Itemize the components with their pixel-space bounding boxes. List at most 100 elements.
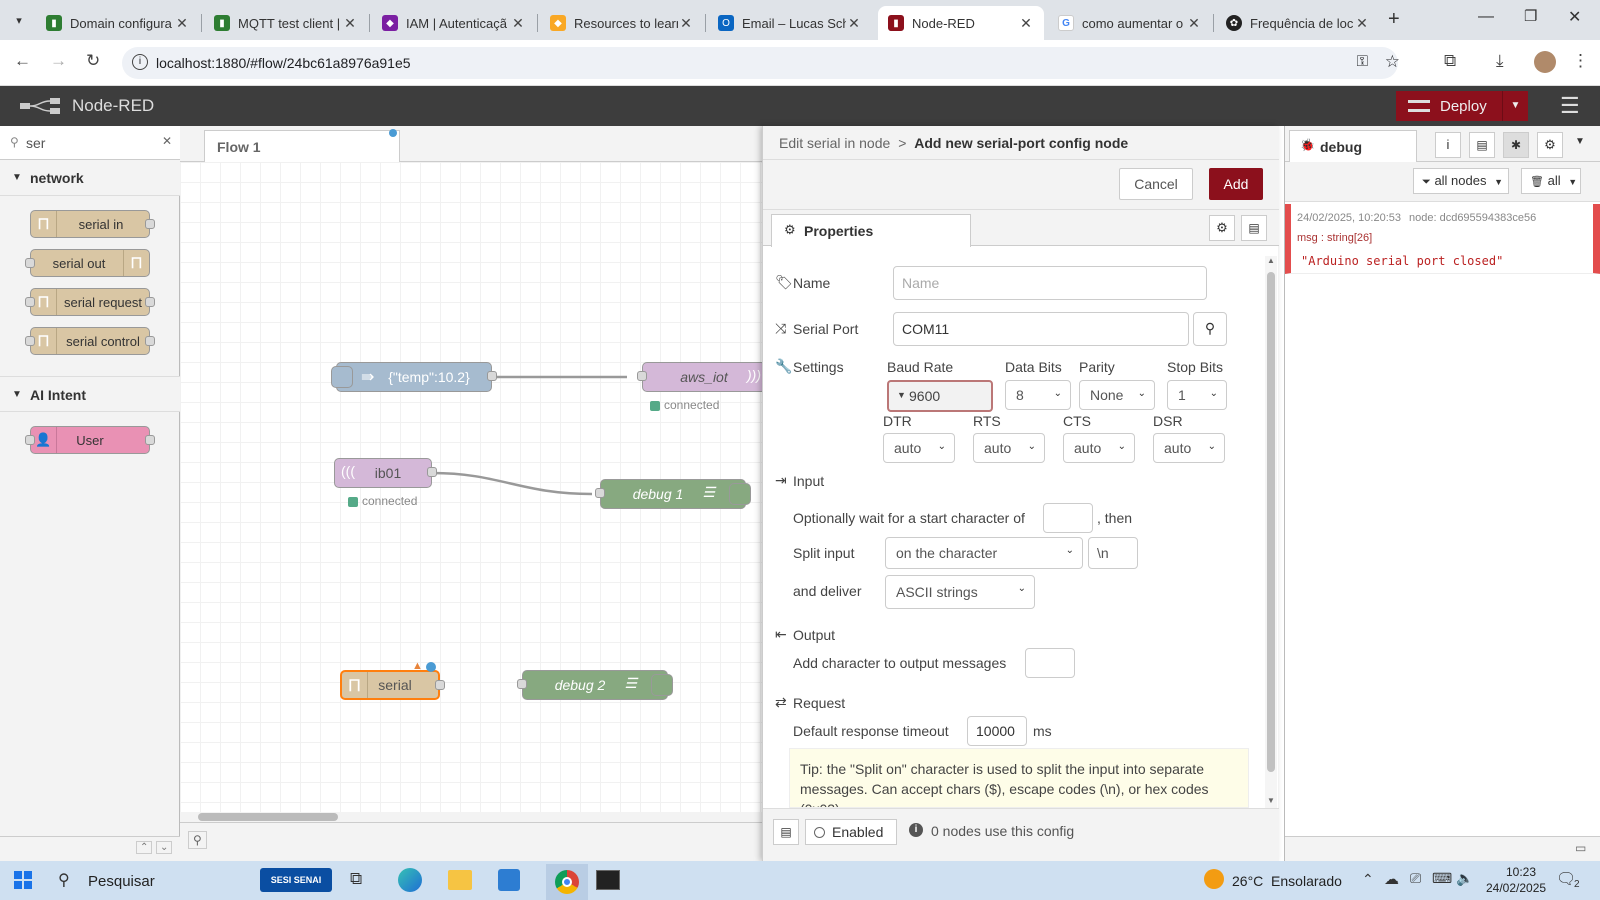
debug-toggle-button[interactable]	[729, 483, 751, 505]
bug-icon[interactable]: ✱	[1503, 132, 1529, 158]
dsr-select[interactable]: auto ⌄	[1153, 433, 1225, 463]
node-settings-icon[interactable]: ⚙	[1209, 215, 1235, 241]
split-input-select[interactable]: on the character ⌄	[885, 537, 1083, 569]
close-icon[interactable]: ✕	[510, 15, 526, 32]
cts-select[interactable]: auto ⌄	[1063, 433, 1135, 463]
message-node[interactable]: node: dcd695594383ce56	[1409, 212, 1536, 224]
search-icon[interactable]: ⚲	[58, 870, 70, 890]
debug-message[interactable]: 24/02/2025, 10:20:53 node: dcd695594383c…	[1285, 204, 1600, 274]
serial-node[interactable]: ⨅ serial ▲	[340, 660, 445, 700]
back-arrow-icon[interactable]: ←	[14, 51, 31, 71]
site-info-icon[interactable]: i	[132, 54, 148, 70]
edge-icon[interactable]	[398, 868, 422, 892]
cloud-icon[interactable]: ☁	[1384, 870, 1399, 888]
display-icon[interactable]: ⎚	[1410, 870, 1421, 887]
rts-select[interactable]: auto ⌄	[973, 433, 1045, 463]
add-button[interactable]: Add	[1209, 168, 1263, 200]
serial-port-input[interactable]: COM11	[893, 312, 1189, 346]
book-icon[interactable]: ▤	[1469, 132, 1495, 158]
close-icon[interactable]: ✕	[1018, 15, 1034, 32]
browser-tab[interactable]: ▮ MQTT test client | ✕	[204, 6, 368, 40]
weather-text[interactable]: 26°C Ensolarado	[1232, 873, 1342, 889]
sesi-senai-logo[interactable]: SESI SENAI	[260, 868, 332, 892]
close-window-button[interactable]: ✕	[1568, 7, 1581, 27]
deploy-menu-caret[interactable]: ▼	[1502, 91, 1528, 121]
stop-bits-select[interactable]: 1 ⌄	[1167, 380, 1227, 410]
palette-node-serial-out[interactable]: serial out ⨅	[25, 249, 150, 277]
restore-button[interactable]: ❐	[1524, 7, 1537, 25]
expand-all-icon[interactable]: ⌄	[156, 841, 173, 854]
aws-iot-node[interactable]: aws_iot )))	[637, 362, 766, 392]
data-bits-select[interactable]: 8 ⌄	[1005, 380, 1071, 410]
palette-node-user[interactable]: 👤 User	[25, 426, 155, 454]
clock-date[interactable]: 24/02/2025	[1486, 881, 1546, 895]
tab-properties[interactable]: ⚙ Properties	[771, 214, 971, 247]
minimize-button[interactable]: —	[1478, 8, 1494, 26]
browser-menu-icon[interactable]: ⋮	[1572, 51, 1589, 71]
reload-icon[interactable]: ↻	[86, 51, 100, 71]
volume-icon[interactable]: 🔈	[1456, 870, 1473, 887]
horizontal-scrollbar[interactable]	[180, 812, 762, 822]
cancel-button[interactable]: Cancel	[1119, 168, 1193, 200]
file-explorer-icon[interactable]	[448, 870, 472, 890]
close-icon[interactable]: ✕	[1186, 15, 1202, 32]
breadcrumb-parent[interactable]: Edit serial in node	[779, 135, 890, 151]
clear-search-icon[interactable]: ✕	[162, 134, 172, 148]
address-bar[interactable]: i localhost:1880/#flow/24bc61a8976a91e5 …	[122, 47, 1400, 79]
clear-messages-button[interactable]: 🗑 all ▼	[1521, 168, 1581, 194]
dtr-select[interactable]: auto ⌄	[883, 433, 955, 463]
close-icon[interactable]: ✕	[846, 15, 862, 32]
avatar[interactable]	[1534, 51, 1556, 73]
clock-time[interactable]: 10:23	[1506, 865, 1536, 879]
scroll-up-icon[interactable]: ▲	[1267, 256, 1275, 265]
download-icon[interactable]: ⤓	[1496, 51, 1504, 71]
tray-vertical-scrollbar[interactable]: ▲ ▼	[1265, 256, 1277, 808]
terminal-icon[interactable]	[596, 870, 620, 890]
deliver-select[interactable]: ASCII strings ⌄	[885, 575, 1035, 609]
browser-tab[interactable]: ◆ Resources to learn ✕	[540, 6, 704, 40]
browser-tab[interactable]: ✿ Frequência de loc ✕	[1216, 6, 1380, 40]
extensions-icon[interactable]: ⧉	[1444, 51, 1456, 71]
close-icon[interactable]: ✕	[174, 15, 190, 32]
name-input[interactable]: Name	[893, 266, 1207, 300]
close-icon[interactable]: ✕	[678, 15, 694, 32]
palette-category-header[interactable]: ▼ network	[0, 160, 180, 196]
debug-toggle-button[interactable]	[651, 674, 673, 696]
gear-icon[interactable]: ⚙	[1537, 132, 1563, 158]
book-icon[interactable]: ▤	[773, 819, 799, 845]
collapse-all-icon[interactable]: ⌃	[136, 841, 153, 854]
chevron-down-icon[interactable]: ▼	[1575, 136, 1585, 147]
parity-select[interactable]: None ⌄	[1079, 380, 1155, 410]
close-icon[interactable]: ✕	[342, 15, 358, 32]
browser-tab-active[interactable]: ▮ Node-RED ✕	[878, 6, 1044, 40]
debug-1-node[interactable]: debug 1 ☰	[595, 479, 751, 509]
scrollbar-thumb[interactable]	[1267, 272, 1275, 772]
forward-arrow-icon[interactable]: →	[50, 51, 67, 71]
taskbar-search[interactable]: Pesquisar	[88, 873, 155, 890]
inject-node[interactable]: ⇛ {"temp":10.2}	[331, 362, 497, 392]
scroll-down-icon[interactable]: ▼	[1267, 796, 1275, 805]
info-icon[interactable]: i	[1435, 132, 1461, 158]
main-menu-icon[interactable]: ☰	[1560, 93, 1580, 119]
debug-2-node[interactable]: debug 2 ☰	[517, 670, 673, 700]
search-flows-icon[interactable]: ⚲	[188, 831, 207, 849]
browser-tab[interactable]: G como aumentar o ✕	[1048, 6, 1212, 40]
timeout-input[interactable]: 10000	[967, 716, 1027, 746]
description-icon[interactable]: ▤	[1241, 215, 1267, 241]
deploy-button[interactable]: Deploy ▼	[1396, 91, 1528, 121]
split-char-input[interactable]: \n	[1088, 537, 1138, 569]
enabled-toggle[interactable]: Enabled	[805, 819, 897, 845]
palette-node-serial-control[interactable]: ⨅ serial control	[25, 327, 155, 355]
browser-tab[interactable]: O Email – Lucas Schi ✕	[708, 6, 872, 40]
baud-rate-select[interactable]: ▼ 9600	[887, 380, 993, 412]
close-icon[interactable]: ✕	[1354, 15, 1370, 32]
tab-debug[interactable]: 🐞 debug	[1289, 130, 1417, 163]
browser-tab[interactable]: ◆ IAM | Autenticaçã ✕	[372, 6, 536, 40]
palette-search-input[interactable]: ser	[26, 135, 45, 151]
bookmark-star-icon[interactable]: ☆	[1385, 52, 1400, 72]
palette-category-header[interactable]: ▼ AI Intent	[0, 376, 180, 412]
filter-nodes-button[interactable]: ⏷ all nodes ▼	[1413, 168, 1509, 194]
add-char-input[interactable]	[1025, 648, 1075, 678]
windows-start-icon[interactable]	[14, 871, 32, 889]
store-icon[interactable]	[498, 869, 520, 891]
